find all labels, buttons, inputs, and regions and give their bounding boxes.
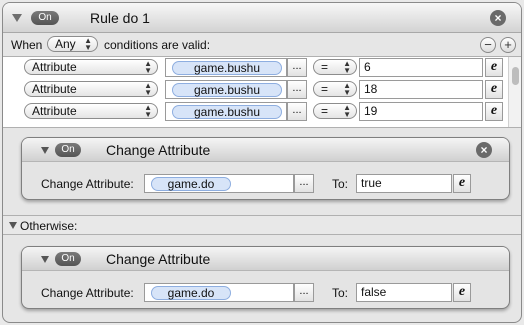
otherwise-label: Otherwise: <box>20 219 78 233</box>
attribute-token[interactable]: game.do <box>151 177 231 191</box>
remove-condition-button[interactable]: − <box>480 37 496 53</box>
otherwise-row[interactable]: Otherwise: <box>3 215 521 235</box>
add-condition-button[interactable]: + <box>500 37 516 53</box>
expression-editor-button[interactable]: e <box>485 58 503 77</box>
when-label: When <box>11 38 43 52</box>
match-mode-value: Any <box>55 37 76 51</box>
condition-type-value: Attribute <box>32 60 77 74</box>
operator-select[interactable]: = ▲ ▼ <box>313 103 357 119</box>
expression-editor-button[interactable]: e <box>485 80 503 99</box>
attribute-field[interactable]: game.bushu <box>165 102 287 121</box>
condition-type-value: Attribute <box>32 104 77 118</box>
popup-arrows-icon: ▲ ▼ <box>144 59 152 75</box>
operator-select[interactable]: = ▲ ▼ <box>313 59 357 75</box>
else-action-panel: On Change Attribute Change Attribute: ga… <box>21 246 510 309</box>
popup-arrows-icon: ▲ ▼ <box>84 36 92 52</box>
operator-value: = <box>321 104 329 118</box>
expression-editor-button[interactable]: e <box>453 174 471 193</box>
rule-header: On Rule do 1 × <box>3 3 521 33</box>
condition-value-input[interactable]: 6 <box>359 58 483 77</box>
condition-value-input[interactable]: 18 <box>359 80 483 99</box>
attribute-field[interactable]: game.bushu <box>165 80 287 99</box>
match-mode-select[interactable]: Any ▲ ▼ <box>47 36 98 52</box>
when-row: When Any ▲ ▼ conditions are valid: − + <box>3 34 521 56</box>
rule-title: Rule do 1 <box>90 10 150 26</box>
expression-editor-button[interactable]: e <box>453 283 471 302</box>
attribute-browse-button[interactable]: ... <box>287 58 307 77</box>
then-action-on-toggle[interactable]: On <box>55 143 81 157</box>
then-action-close-icon[interactable]: × <box>476 142 492 158</box>
condition-row: Attribute ▲ ▼ game.bushu ... = ▲ ▼ 19 e <box>3 101 508 123</box>
condition-value-input[interactable]: 19 <box>359 102 483 121</box>
operator-select[interactable]: = ▲ ▼ <box>313 81 357 97</box>
condition-type-select[interactable]: Attribute ▲ ▼ <box>24 59 158 75</box>
attribute-browse-button[interactable]: ... <box>287 102 307 121</box>
operator-value: = <box>321 60 329 74</box>
then-action-panel: On Change Attribute × Change Attribute: … <box>21 137 510 200</box>
popup-arrows-icon: ▲ ▼ <box>343 59 351 75</box>
attribute-token[interactable]: game.do <box>151 286 231 300</box>
change-attribute-label: Change Attribute: <box>41 177 134 191</box>
attribute-browse-button[interactable]: ... <box>294 174 314 193</box>
rule-editor: On Rule do 1 × When Any ▲ ▼ conditions ar… <box>2 2 522 323</box>
attribute-field[interactable]: game.do <box>144 174 294 193</box>
condition-type-value: Attribute <box>32 82 77 96</box>
scrollbar-thumb[interactable] <box>512 67 519 85</box>
conditions-scrollbar[interactable] <box>508 57 521 127</box>
popup-arrows-icon: ▲ ▼ <box>144 103 152 119</box>
attribute-token[interactable]: game.bushu <box>172 105 282 119</box>
attribute-token[interactable]: game.bushu <box>172 83 282 97</box>
else-action-title: Change Attribute <box>106 251 211 267</box>
conditions-label: conditions are valid: <box>104 38 211 52</box>
operator-value: = <box>321 82 329 96</box>
rule-on-toggle[interactable]: On <box>31 11 59 25</box>
attribute-browse-button[interactable]: ... <box>287 80 307 99</box>
then-action-header: On Change Attribute × <box>22 138 509 162</box>
change-attribute-label: Change Attribute: <box>41 286 134 300</box>
attribute-field[interactable]: game.bushu <box>165 58 287 77</box>
to-value-input[interactable]: false <box>356 283 452 302</box>
to-label: To: <box>332 177 349 191</box>
otherwise-triangle-icon[interactable] <box>9 222 17 229</box>
condition-type-select[interactable]: Attribute ▲ ▼ <box>24 103 158 119</box>
collapse-triangle-icon[interactable] <box>41 256 49 263</box>
popup-arrows-icon: ▲ ▼ <box>343 81 351 97</box>
popup-arrows-icon: ▲ ▼ <box>144 81 152 97</box>
conditions-list: Attribute ▲ ▼ game.bushu ... = ▲ ▼ 6 e Att… <box>3 56 521 128</box>
attribute-field[interactable]: game.do <box>144 283 294 302</box>
expression-editor-button[interactable]: e <box>485 102 503 121</box>
condition-row: Attribute ▲ ▼ game.bushu ... = ▲ ▼ 6 e <box>3 57 508 79</box>
rule-close-icon[interactable]: × <box>490 10 506 26</box>
to-value-input[interactable]: true <box>356 174 452 193</box>
else-action-on-toggle[interactable]: On <box>55 252 81 266</box>
to-label: To: <box>332 286 349 300</box>
collapse-triangle-icon[interactable] <box>12 14 22 22</box>
else-action-header: On Change Attribute <box>22 247 509 271</box>
condition-type-select[interactable]: Attribute ▲ ▼ <box>24 81 158 97</box>
then-action-title: Change Attribute <box>106 142 211 158</box>
popup-arrows-icon: ▲ ▼ <box>343 103 351 119</box>
condition-row: Attribute ▲ ▼ game.bushu ... = ▲ ▼ 18 e <box>3 79 508 101</box>
attribute-token[interactable]: game.bushu <box>172 61 282 75</box>
collapse-triangle-icon[interactable] <box>41 147 49 154</box>
attribute-browse-button[interactable]: ... <box>294 283 314 302</box>
